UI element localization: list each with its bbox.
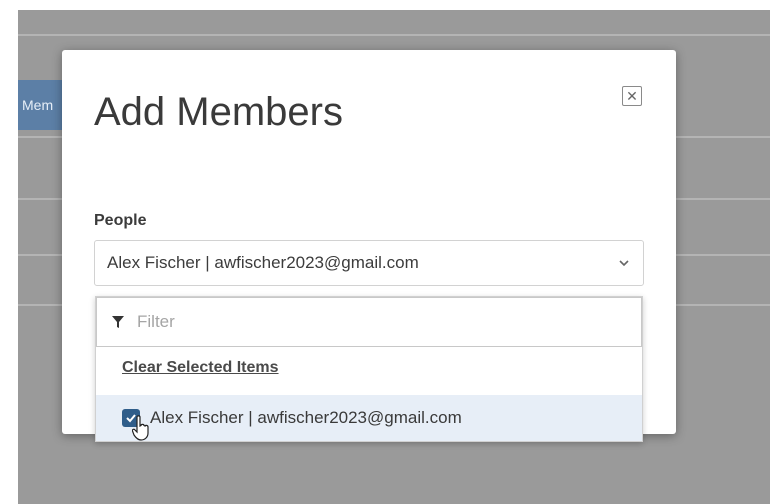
people-select[interactable]: Alex Fischer | awfischer2023@gmail.com	[94, 240, 644, 286]
option-label: Alex Fischer | awfischer2023@gmail.com	[150, 408, 462, 427]
filter-icon	[112, 316, 124, 328]
filter-field[interactable]	[96, 297, 642, 347]
modal-title: Add Members	[94, 90, 343, 134]
close-button[interactable]: ✕	[622, 86, 642, 106]
chevron-down-icon	[619, 260, 629, 267]
background-divider	[18, 34, 770, 36]
list-item[interactable]: Alex Fischer | awfischer2023@gmail.com	[96, 395, 642, 441]
clear-selected-items-link[interactable]: Clear Selected Items	[122, 359, 279, 377]
hand-cursor-icon	[132, 415, 149, 441]
people-dropdown: Clear Selected Items Alex Fischer | awfi…	[95, 296, 643, 442]
people-select-value: Alex Fischer | awfischer2023@gmail.com	[107, 253, 419, 272]
background-add-members-button[interactable]: Mem	[18, 80, 66, 130]
people-label: People	[94, 212, 147, 229]
filter-input[interactable]	[135, 311, 539, 333]
close-icon: ✕	[626, 87, 638, 104]
